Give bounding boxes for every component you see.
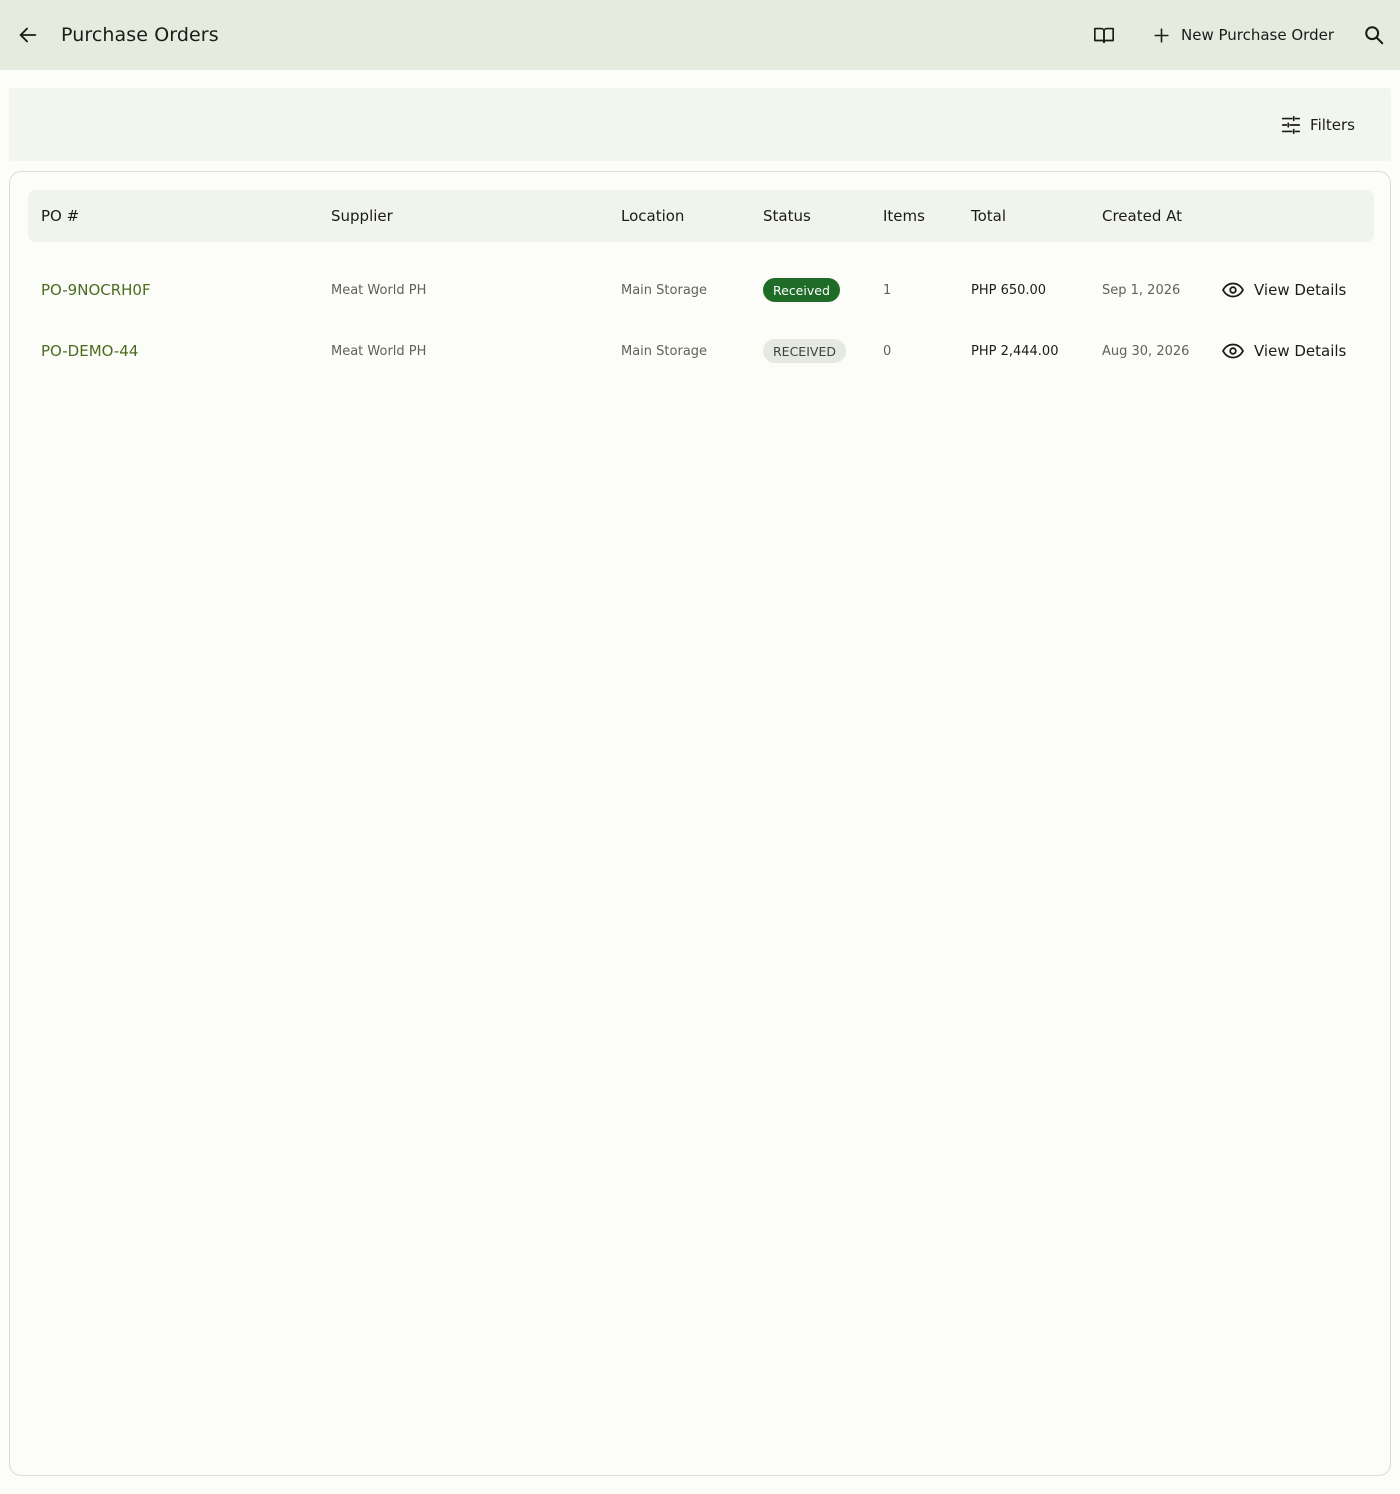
sliders-icon (1281, 115, 1301, 135)
app-bar: Purchase Orders New Purchase Order (0, 0, 1400, 70)
location-cell: Main Storage (621, 343, 708, 359)
column-header-supplier[interactable]: Supplier (331, 190, 393, 242)
eye-icon (1221, 343, 1245, 359)
arrow-left-icon (19, 27, 37, 43)
location-cell: Main Storage (621, 282, 708, 298)
filters-label: Filters (1310, 116, 1355, 134)
status-badge: Received (763, 278, 840, 302)
total-cell: PHP 650.00 (971, 282, 1047, 298)
table-header: PO # Supplier Location Status Items Tota… (28, 190, 1374, 242)
view-details-label: View Details (1254, 281, 1347, 299)
total-cell: PHP 2,444.00 (971, 343, 1059, 359)
table-row: PO-9NOCRH0F Meat World PH Main Storage R… (28, 260, 1374, 320)
created-at-cell: Aug 30, 2026 (1102, 343, 1190, 359)
created-at-cell: Sep 1, 2026 (1102, 282, 1181, 298)
plus-icon (1154, 27, 1169, 43)
purchase-orders-table: PO # Supplier Location Status Items Tota… (9, 171, 1391, 1476)
supplier-cell: Meat World PH (331, 343, 427, 359)
column-header-status[interactable]: Status (763, 190, 811, 242)
column-header-items[interactable]: Items (883, 190, 925, 242)
page-title: Purchase Orders (61, 24, 219, 46)
book-open-icon (1094, 27, 1114, 44)
view-details-button[interactable]: View Details (1221, 278, 1346, 302)
view-details-button[interactable]: View Details (1221, 339, 1346, 363)
column-header-po-number[interactable]: PO # (41, 190, 79, 242)
table-row: PO-DEMO-44 Meat World PH Main Storage RE… (28, 321, 1374, 381)
filters-button[interactable]: Filters (1280, 108, 1355, 142)
search-icon (1365, 26, 1384, 45)
new-purchase-order-label: New Purchase Order (1181, 26, 1334, 44)
new-purchase-order-button[interactable]: New Purchase Order (1148, 17, 1338, 53)
status-badge: RECEIVED (763, 339, 846, 363)
guide-button[interactable] (1086, 17, 1122, 53)
po-number-link[interactable]: PO-DEMO-44 (41, 342, 138, 360)
column-header-total[interactable]: Total (971, 190, 1006, 242)
supplier-cell: Meat World PH (331, 282, 427, 298)
filter-bar: Filters (9, 88, 1391, 161)
search-button[interactable] (1356, 17, 1392, 53)
column-header-location[interactable]: Location (621, 190, 684, 242)
view-details-label: View Details (1254, 342, 1347, 360)
items-cell: 0 (883, 343, 892, 359)
po-number-link[interactable]: PO-9NOCRH0F (41, 281, 151, 299)
eye-icon (1221, 282, 1245, 298)
items-cell: 1 (883, 282, 892, 298)
column-header-created-at[interactable]: Created At (1102, 190, 1182, 242)
back-button[interactable] (10, 17, 46, 53)
